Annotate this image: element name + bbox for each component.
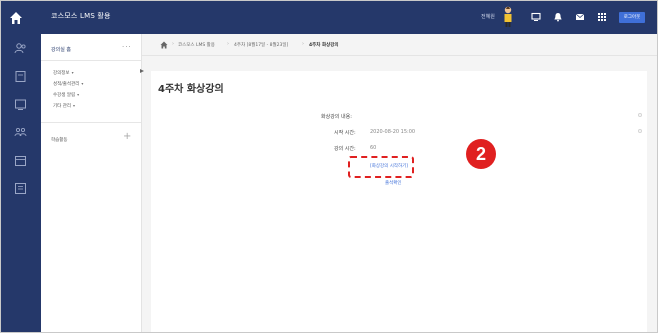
home-icon[interactable] bbox=[160, 41, 168, 49]
gradebook-icon[interactable] bbox=[14, 182, 27, 195]
group-icon[interactable] bbox=[14, 126, 27, 139]
duration-value: 60 bbox=[370, 145, 377, 151]
breadcrumb-separator: › bbox=[302, 41, 304, 47]
users-icon[interactable] bbox=[14, 42, 27, 55]
top-navbar: 코스모스 LMS 활용 전혜원 로그아웃 bbox=[1, 1, 657, 34]
logout-button[interactable]: 로그아웃 bbox=[619, 12, 645, 23]
sidebar-item-course-info[interactable]: 강의정보 ▾ bbox=[53, 70, 74, 76]
breadcrumb-course[interactable]: 코스모스 LMS 활용 bbox=[178, 42, 215, 48]
user-name[interactable]: 전혜원 bbox=[481, 13, 495, 20]
monitor-icon[interactable] bbox=[531, 12, 541, 22]
site-title[interactable]: 코스모스 LMS 활용 bbox=[51, 11, 111, 21]
start-time-value: 2020-08-20 15:00 bbox=[370, 129, 416, 135]
sidebar-item-label: 기타 관리 bbox=[53, 104, 71, 109]
chevron-down-icon: ▾ bbox=[81, 81, 84, 86]
course-sidebar: 강의실 홈 ··· 강의정보 ▾ 성적/출석관리 ▾ 수강생 알림 ▾ 기타 관리 ▾ … bbox=[41, 34, 142, 332]
breadcrumb-current: 4주차 화상강의 bbox=[309, 43, 339, 48]
sidebar-item-other-admin[interactable]: 기타 관리 ▾ bbox=[53, 103, 75, 109]
sidebar-item-label: 성적/출석관리 bbox=[53, 82, 80, 87]
divider bbox=[41, 60, 141, 61]
board-icon[interactable] bbox=[14, 98, 27, 111]
breadcrumb-separator: › bbox=[227, 41, 229, 47]
sidebar-menu-dots[interactable]: ··· bbox=[122, 43, 132, 51]
home-icon[interactable] bbox=[8, 10, 24, 26]
divider bbox=[41, 122, 141, 123]
mail-icon[interactable] bbox=[575, 12, 585, 22]
icon-rail bbox=[1, 34, 41, 332]
start-time-label: 시작 시간: bbox=[334, 130, 356, 136]
step-badge: 2 bbox=[466, 139, 496, 169]
main-content bbox=[151, 71, 647, 332]
completion-circle-icon bbox=[638, 129, 642, 133]
chevron-down-icon: ▾ bbox=[77, 92, 80, 97]
sidebar-item-student-notice[interactable]: 수강생 알림 ▾ bbox=[53, 92, 79, 98]
app-window: 코스모스 LMS 활용 전혜원 로그아웃 강의실 홈 ··· 강의정보 ▾ 성적… bbox=[0, 0, 658, 333]
sidebar-item-activities[interactable]: 학습활동 bbox=[51, 137, 68, 143]
chevron-down-icon: ▾ bbox=[73, 103, 76, 108]
breadcrumb-week[interactable]: 4주차 [8월17일 - 8월23일] bbox=[234, 42, 288, 48]
course-home-link[interactable]: 강의실 홈 bbox=[51, 46, 71, 53]
document-icon[interactable] bbox=[14, 70, 27, 83]
attendance-check-link[interactable]: 출석확인 bbox=[385, 180, 402, 186]
sidebar-item-label: 수강생 알림 bbox=[53, 93, 76, 98]
calendar-icon[interactable] bbox=[14, 154, 27, 167]
page-title: 4주차 화상강의 bbox=[158, 84, 224, 95]
breadcrumb-separator: › bbox=[172, 41, 174, 47]
bell-icon[interactable] bbox=[553, 12, 563, 22]
collapse-caret-icon[interactable] bbox=[140, 69, 144, 73]
highlight-box bbox=[348, 156, 414, 178]
duration-label: 강의 시간: bbox=[334, 146, 356, 152]
sidebar-item-label: 강의정보 bbox=[53, 71, 70, 76]
grid-menu-icon[interactable] bbox=[597, 12, 607, 22]
completion-circle-icon bbox=[638, 113, 642, 117]
content-label: 화상강의 내용: bbox=[321, 114, 352, 120]
avatar[interactable] bbox=[502, 6, 514, 28]
sidebar-item-grades-attendance[interactable]: 성적/출석관리 ▾ bbox=[53, 81, 83, 87]
breadcrumb: › 코스모스 LMS 활용 › 4주차 [8월17일 - 8월23일] › 4주… bbox=[142, 34, 657, 56]
add-activity-button[interactable]: + bbox=[123, 131, 131, 142]
chevron-down-icon: ▾ bbox=[71, 70, 74, 75]
